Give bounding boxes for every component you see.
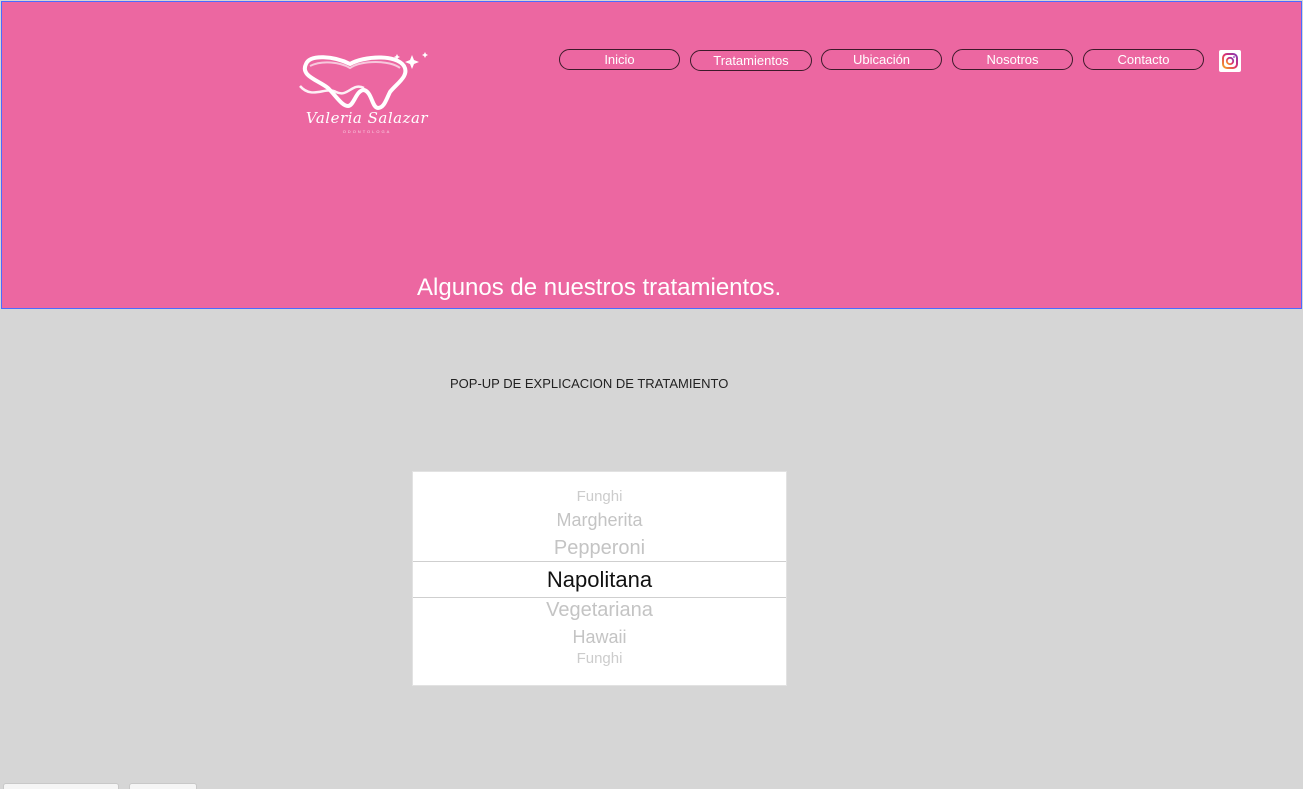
hero-title: Algunos de nuestros tratamientos. xyxy=(417,274,782,301)
picker-selection-bottom-line xyxy=(413,597,786,598)
site-header: Valeria Salazar ODONTOLOGA Inicio Tratam… xyxy=(1,1,1302,309)
popup-explanation-text[interactable]: POP-UP DE EXPLICACION DE TRATAMIENTO xyxy=(450,376,728,391)
picker-selection-top-line xyxy=(413,561,786,562)
bottom-tab-right[interactable] xyxy=(129,783,197,789)
nav-ubicacion-button[interactable]: Ubicación xyxy=(821,49,942,70)
picker-item[interactable]: Hawaii xyxy=(413,627,786,648)
page: Valeria Salazar ODONTOLOGA Inicio Tratam… xyxy=(0,0,1303,789)
picker-item[interactable]: Vegetariana xyxy=(413,599,786,622)
tooth-logo-icon xyxy=(299,52,428,110)
nav-contacto-button[interactable]: Contacto xyxy=(1083,49,1204,70)
logo-subtitle: ODONTOLOGA xyxy=(342,129,392,134)
nav-tratamientos-button[interactable]: Tratamientos xyxy=(690,50,812,71)
nav-nosotros-button[interactable]: Nosotros xyxy=(952,49,1073,70)
nav-inicio-button[interactable]: Inicio xyxy=(559,49,680,70)
treatment-picker[interactable]: Funghi Margherita Pepperoni Napolitana V… xyxy=(412,471,787,686)
bottom-tab-left[interactable] xyxy=(3,783,119,789)
instagram-icon[interactable] xyxy=(1219,50,1241,72)
picker-item[interactable]: Margherita xyxy=(413,510,786,531)
picker-item[interactable]: Funghi xyxy=(413,650,786,667)
logo[interactable]: Valeria Salazar ODONTOLOGA xyxy=(292,52,442,140)
picker-item[interactable]: Funghi xyxy=(413,488,786,505)
picker-item[interactable]: Pepperoni xyxy=(413,537,786,560)
picker-item-selected[interactable]: Napolitana xyxy=(413,567,786,593)
logo-script-text: Valeria Salazar xyxy=(305,109,429,127)
